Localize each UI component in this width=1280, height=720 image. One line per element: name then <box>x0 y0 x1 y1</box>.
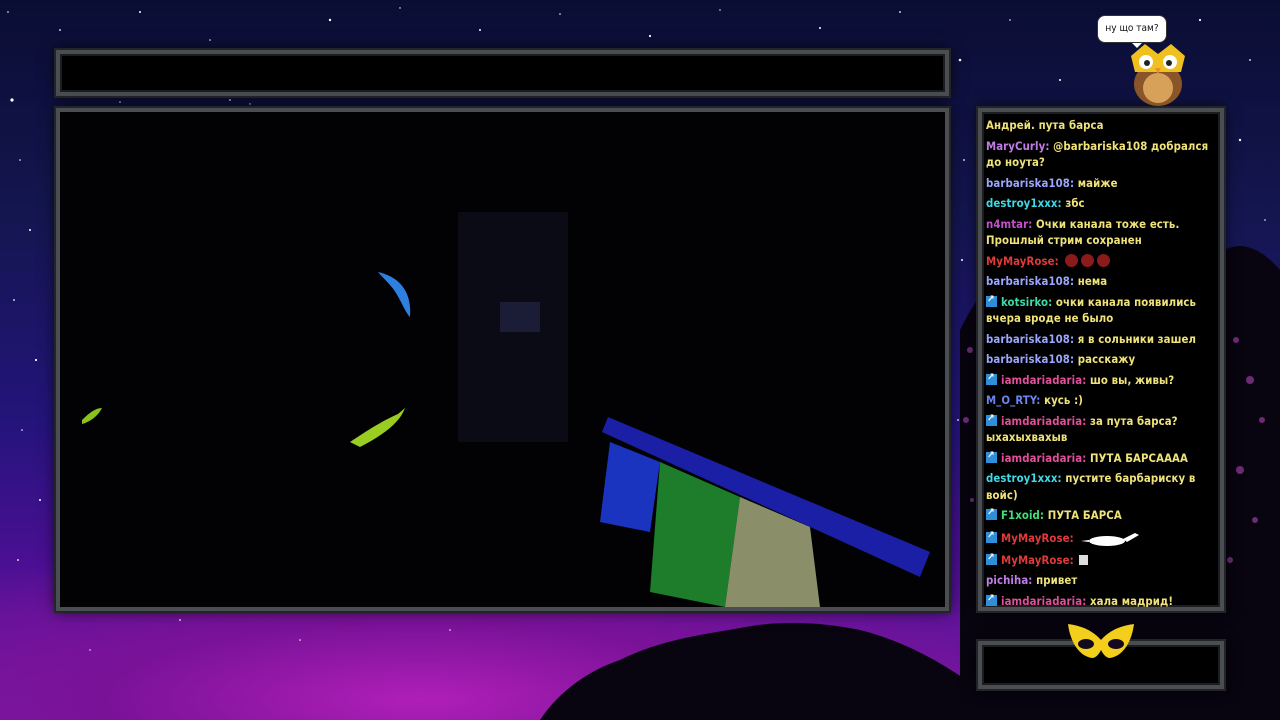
chat-message: iamdariadaria: за пута барса? ыхахыхвахы… <box>986 411 1218 447</box>
chat-username[interactable]: iamdariadaria: <box>1001 374 1086 387</box>
chat-text: майже <box>1077 176 1118 190</box>
emote-icon <box>1081 253 1095 267</box>
title-bar-frame <box>56 50 949 96</box>
chat-text: я в сольники зашел <box>1077 332 1197 346</box>
chat-username[interactable]: iamdariadaria: <box>1001 595 1086 608</box>
game-capture-frame <box>56 108 949 611</box>
chat-message: iamdariadaria: хала мадрид! <box>986 591 1218 608</box>
chat-username[interactable]: barbariska108: <box>986 177 1074 190</box>
chat-text: привет <box>1036 574 1078 587</box>
chat-message: MyMayRose: <box>986 528 1218 549</box>
chat-username[interactable]: MyMayRose: <box>986 255 1059 268</box>
chat-username[interactable]: M_O_RTY: <box>986 394 1040 407</box>
chat-message: iamdariadaria: ПУТА БАРСАААА <box>986 448 1218 468</box>
chat-message-list: Андрей. пута барса MaryCurly: @barbariska… <box>986 118 1218 608</box>
owl-mask-icon <box>1068 624 1134 658</box>
prime-badge-icon <box>986 370 997 386</box>
chat-message: destroy1xxx: збс <box>986 196 1218 213</box>
chat-text: ПУТА БАРСА <box>1047 509 1122 522</box>
chat-message: kotsirko: очки канала появились вчера вр… <box>986 292 1218 328</box>
chat-text: кусь :) <box>1044 394 1083 407</box>
chat-message: n4mtar: Очки канала тоже есть. Прошлый с… <box>986 217 1218 250</box>
emote-icon <box>1065 253 1079 267</box>
chat-message: F1xoid: ПУТА БАРСА <box>986 505 1218 525</box>
chat-text: збс <box>1065 197 1085 210</box>
owl-mascot-icon <box>1131 44 1185 106</box>
prime-badge-icon <box>986 528 997 544</box>
prime-badge-icon <box>986 411 997 427</box>
chat-text: расскажу <box>1077 353 1136 366</box>
chat-username[interactable]: F1xoid: <box>1001 509 1044 522</box>
chat-username[interactable]: kotsirko: <box>1001 296 1052 309</box>
chat-text: шо вы, живы? <box>1090 373 1175 387</box>
prime-badge-icon <box>986 505 997 522</box>
chat-message: MaryCurly: @barbariska108 добрался до но… <box>986 139 1218 172</box>
chat-username[interactable]: MyMayRose: <box>1001 554 1074 567</box>
chat-panel: Андрей. пута барса MaryCurly: @barbariska… <box>978 108 1224 611</box>
chat-username[interactable]: MyMayRose: <box>1001 532 1074 545</box>
chat-message: iamdariadaria: шо вы, живы? <box>986 370 1218 390</box>
chat-text: нема <box>1077 275 1108 288</box>
chat-text: хала мадрид! <box>1090 594 1174 608</box>
chat-text: Андрей. пута барса <box>986 119 1104 132</box>
chat-message: barbariska108: расскажу <box>986 352 1218 369</box>
chat-username[interactable]: destroy1xxx: <box>986 472 1062 485</box>
goose-emote-icon <box>1081 532 1140 546</box>
chat-message: M_O_RTY: кусь :) <box>986 393 1218 410</box>
chat-username[interactable]: pichiha: <box>986 574 1032 587</box>
chat-username[interactable]: barbariska108: <box>986 275 1074 288</box>
emote-icon <box>1097 253 1111 267</box>
chat-message: barbariska108: нема <box>986 274 1218 291</box>
chat-message: MyMayRose: <box>986 550 1218 570</box>
chat-message: pichiha: привет <box>986 573 1218 590</box>
prime-badge-icon <box>986 550 997 566</box>
chat-username[interactable]: iamdariadaria: <box>1001 415 1086 428</box>
chat-username[interactable]: destroy1xxx: <box>986 197 1062 210</box>
prime-badge-icon <box>986 292 997 308</box>
chat-message: barbariska108: я в сольники зашел <box>986 332 1218 349</box>
chat-message: MyMayRose: <box>986 253 1218 271</box>
prime-badge-icon <box>986 448 997 464</box>
small-emote-icon <box>1079 554 1089 565</box>
chat-username[interactable]: barbariska108: <box>986 353 1074 366</box>
chat-message: Андрей. пута барса <box>986 118 1218 135</box>
chat-message: barbariska108: майже <box>986 176 1218 193</box>
prime-badge-icon <box>986 591 997 607</box>
chat-text: ПУТА БАРСАААА <box>1090 451 1188 465</box>
chat-username[interactable]: barbariska108: <box>986 333 1074 346</box>
chat-message: destroy1xxx: пустите барбариску в войс) <box>986 471 1218 504</box>
chat-username[interactable]: MaryCurly: <box>986 140 1050 153</box>
game-scene <box>60 112 945 607</box>
chat-username[interactable]: n4mtar: <box>986 218 1032 231</box>
chat-username[interactable]: iamdariadaria: <box>1001 452 1086 465</box>
